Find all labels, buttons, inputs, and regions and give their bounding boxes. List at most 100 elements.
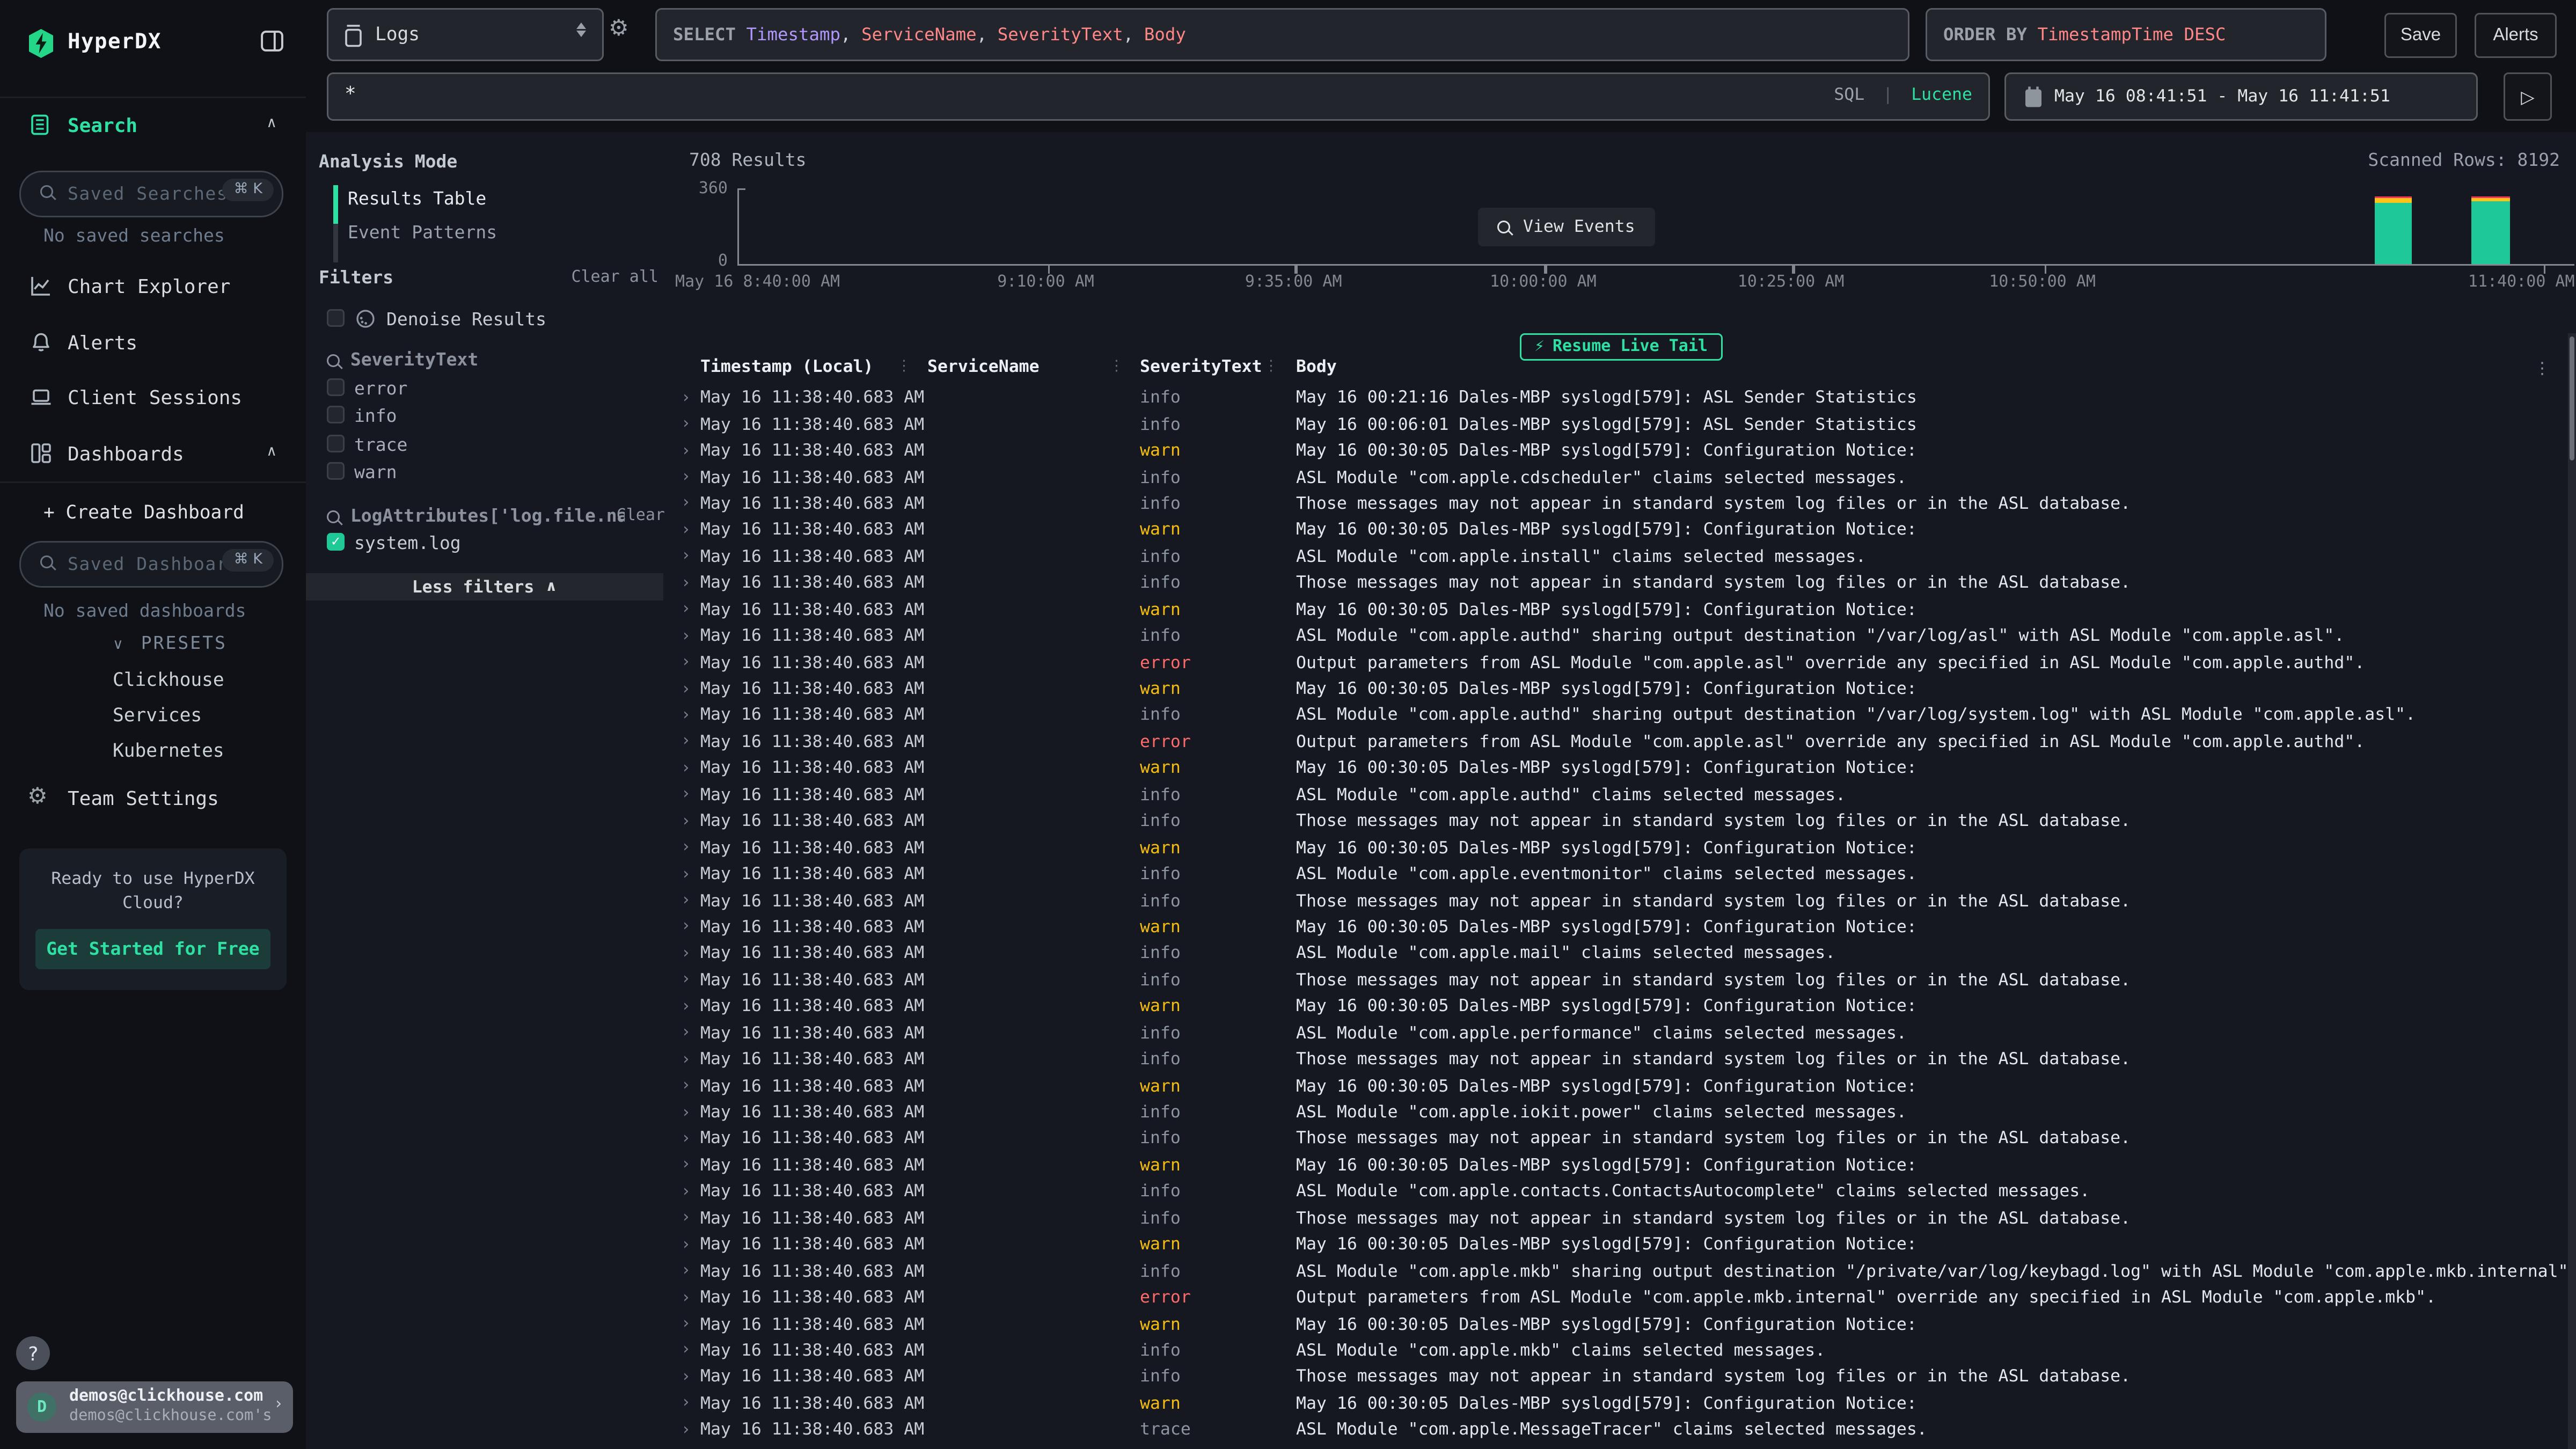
column-header-body[interactable]: Body [1280,357,2566,383]
analysis-mode-results-table[interactable]: Results Table [348,188,486,209]
filter-checkbox-error[interactable] [327,378,345,396]
column-drag-handle-icon[interactable]: ⋮ [1109,359,1124,375]
log-row[interactable]: ›May 16 11:38:40.683 AMinfoThose message… [675,967,2566,993]
alerts-button[interactable]: Alerts [2475,13,2557,58]
filter-checkbox-warn[interactable] [327,462,345,480]
row-expand-icon[interactable]: › [681,495,700,513]
row-expand-icon[interactable]: › [681,601,700,619]
sidebar-item-chart-explorer[interactable]: Chart Explorer [0,275,306,317]
select-query-input[interactable]: SELECT Timestamp, ServiceName, SeverityT… [655,8,1909,61]
row-expand-icon[interactable]: › [681,574,700,592]
saved-dashboards-input[interactable]: Saved Dashboards ⌘ K [19,541,283,588]
row-expand-icon[interactable]: › [681,1395,700,1413]
log-row[interactable]: ›May 16 11:38:40.683 AMwarnMay 16 00:30:… [675,1391,2566,1417]
row-expand-icon[interactable]: › [681,707,700,724]
row-expand-icon[interactable]: › [681,813,700,830]
log-row[interactable]: ›May 16 11:38:40.683 AMinfoASL Module "c… [675,1337,2566,1364]
sql-mode-toggle[interactable]: SQL [1834,85,1864,105]
log-row[interactable]: ›May 16 11:38:40.683 AMinfoASL Module "c… [675,1099,2566,1125]
row-expand-icon[interactable]: › [681,1236,700,1254]
row-expand-icon[interactable]: › [681,389,700,407]
log-row[interactable]: ›May 16 11:38:40.683 AMwarnMay 16 00:30:… [675,1311,2566,1337]
save-button[interactable]: Save [2384,13,2457,58]
run-query-button[interactable]: ▷ [2504,72,2552,121]
row-expand-icon[interactable]: › [681,415,700,433]
row-expand-icon[interactable]: › [681,1262,700,1280]
row-expand-icon[interactable]: › [681,1183,700,1201]
log-row[interactable]: ›May 16 11:38:40.683 AMinfoASL Module "c… [675,782,2566,808]
row-expand-icon[interactable]: › [681,1024,700,1042]
log-row[interactable]: ›May 16 11:38:40.683 AMinfoThose message… [675,491,2566,517]
log-row[interactable]: ›May 16 11:38:40.683 AMinfoThose message… [675,888,2566,914]
filter-checkbox-info[interactable] [327,406,345,424]
sidebar-item-client-sessions[interactable]: Client Sessions [0,386,306,428]
log-row[interactable]: ›May 16 11:38:40.683 AMinfoThose message… [675,1205,2566,1232]
row-expand-icon[interactable]: › [681,627,700,645]
log-row[interactable]: ›May 16 11:38:40.683 AMinfoASL Module "c… [675,861,2566,888]
column-header-servicename[interactable]: ServiceName⋮ [913,357,1125,383]
log-row[interactable]: ›May 16 11:38:40.683 AMwarnMay 16 00:30:… [675,597,2566,623]
less-filters-button[interactable]: Less filters∧ [306,573,663,601]
row-expand-icon[interactable]: › [681,1421,700,1439]
analysis-mode-event-patterns[interactable]: Event Patterns [348,222,497,243]
log-row[interactable]: ›May 16 11:38:40.683 AMinfoASL Module "c… [675,1179,2566,1205]
row-expand-icon[interactable]: › [681,786,700,804]
log-row[interactable]: ›May 16 11:38:40.683 AMwarnMay 16 00:30:… [675,1152,2566,1179]
help-button[interactable]: ? [16,1336,50,1370]
log-row[interactable]: ›May 16 11:38:40.683 AMwarnMay 16 00:30:… [675,835,2566,861]
log-row[interactable]: ›May 16 11:38:40.683 AMinfoMay 16 00:06:… [675,411,2566,437]
clear-all-filters-button[interactable]: Clear all [571,269,658,287]
log-row[interactable]: ›May 16 11:38:40.683 AMinfoMay 16 00:21:… [675,385,2566,411]
log-row[interactable]: ›May 16 11:38:40.683 AMinfoThose message… [675,570,2566,596]
order-by-input[interactable]: ORDER BY TimestampTime DESC [1926,8,2326,61]
row-expand-icon[interactable]: › [681,680,700,698]
row-expand-icon[interactable]: › [681,866,700,883]
filter-checkbox-trace[interactable] [327,434,345,452]
log-row[interactable]: ›May 16 11:38:40.683 AMwarnMay 16 00:30:… [675,993,2566,1020]
row-expand-icon[interactable]: › [681,1342,700,1359]
column-header-severitytext[interactable]: SeverityText⋮ [1125,357,1280,383]
sidebar-collapse-icon[interactable] [261,31,283,52]
row-expand-icon[interactable]: › [681,442,700,460]
log-row[interactable]: ›May 16 11:38:40.683 AMinfoASL Module "c… [675,464,2566,491]
sidebar-item-alerts[interactable]: Alerts [0,332,306,374]
source-select[interactable]: Logs [327,8,604,61]
row-expand-icon[interactable]: › [681,1210,700,1227]
row-expand-icon[interactable]: › [681,1104,700,1122]
log-row[interactable]: ›May 16 11:38:40.683 AMwarnMay 16 00:30:… [675,1073,2566,1099]
source-settings-gear-icon[interactable]: ⚙ [609,16,629,42]
row-expand-icon[interactable]: › [681,945,700,963]
log-row[interactable]: ›May 16 11:38:40.683 AMerrorOutput param… [675,649,2566,676]
sidebar-item-dashboards[interactable]: Dashboards ∧ [0,443,306,485]
get-started-button[interactable]: Get Started for Free [35,929,270,969]
log-row[interactable]: ›May 16 11:38:40.683 AMinfoASL Module "c… [675,623,2566,649]
column-drag-handle-icon[interactable]: ⋮ [897,359,911,375]
log-row[interactable]: ›May 16 11:38:40.683 AMinfoASL Module "c… [675,702,2566,729]
log-row[interactable]: ›May 16 11:38:40.683 AMinfoASL Module "c… [675,941,2566,967]
table-options-icon[interactable]: ⋮ [2534,361,2550,378]
clear-logattributes-button[interactable]: Clear [617,507,665,525]
denoise-checkbox[interactable] [327,309,345,327]
vertical-scrollbar[interactable] [2568,333,2576,1449]
log-row[interactable]: ›May 16 11:38:40.683 AMinfoASL Module "c… [675,1258,2566,1284]
row-expand-icon[interactable]: › [681,654,700,671]
row-expand-icon[interactable]: › [681,839,700,857]
row-expand-icon[interactable]: › [681,1157,700,1174]
row-expand-icon[interactable]: › [681,1368,700,1386]
log-row[interactable]: ›May 16 11:38:40.683 AMwarnMay 16 00:30:… [675,914,2566,940]
preset-item-services[interactable]: Services [0,697,306,733]
row-expand-icon[interactable]: › [681,1315,700,1333]
row-expand-icon[interactable]: › [681,548,700,566]
log-row[interactable]: ›May 16 11:38:40.683 AMwarnMay 16 00:30:… [675,438,2566,464]
search-query-input[interactable]: * SQL | Lucene [327,72,1990,121]
log-row[interactable]: ›May 16 11:38:40.683 AMinfoThose message… [675,808,2566,835]
log-row[interactable]: ›May 16 11:38:40.683 AMwarnMay 16 00:30:… [675,676,2566,702]
user-menu[interactable]: D demos@clickhouse.com demos@clickhouse.… [16,1381,293,1433]
row-expand-icon[interactable]: › [681,469,700,486]
create-dashboard-button[interactable]: + Create Dashboard [43,501,244,523]
row-expand-icon[interactable]: › [681,918,700,936]
row-expand-icon[interactable]: › [681,760,700,778]
lucene-mode-toggle[interactable]: Lucene [1911,85,1972,105]
scrollbar-thumb[interactable] [2570,336,2575,460]
log-row[interactable]: ›May 16 11:38:40.683 AMwarnMay 16 00:30:… [675,755,2566,781]
